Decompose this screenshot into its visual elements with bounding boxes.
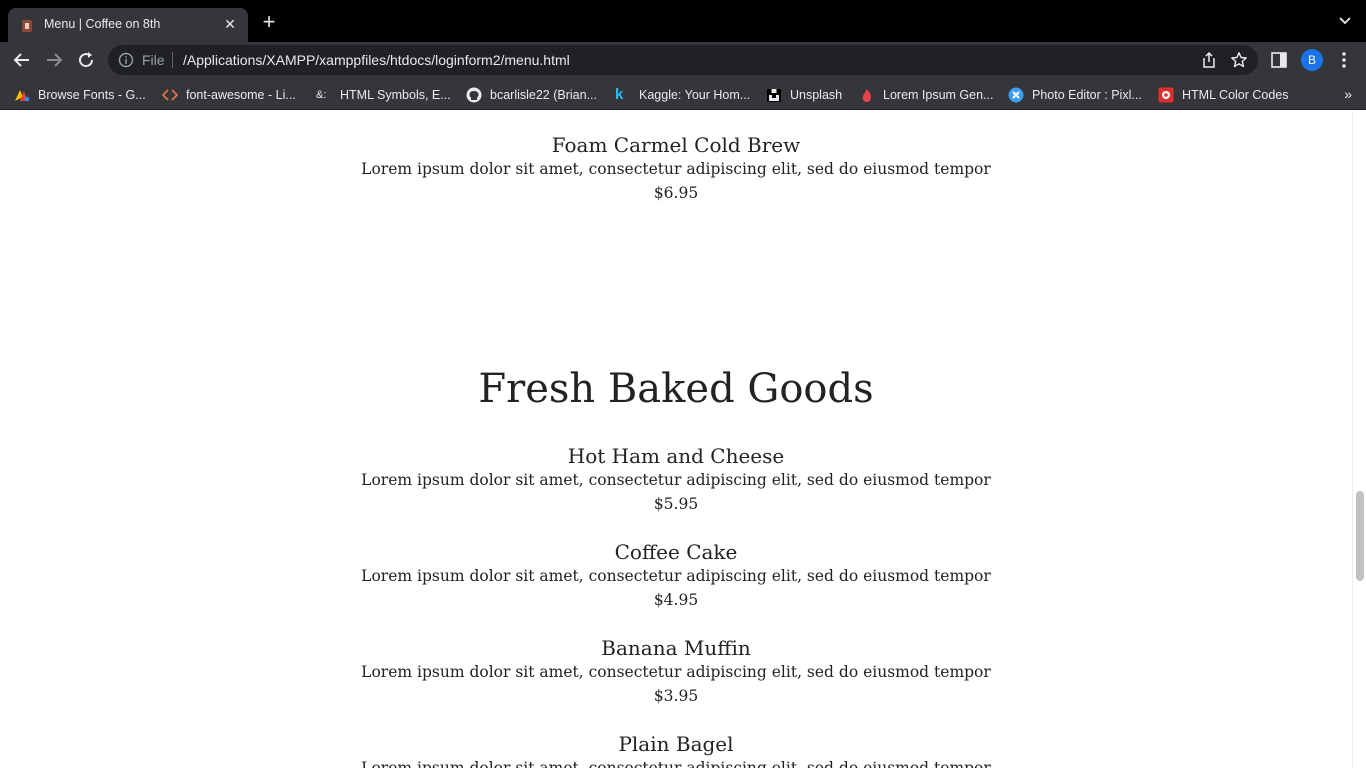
share-icon[interactable] (1200, 51, 1218, 69)
unsplash-icon (766, 87, 782, 103)
item-description: Lorem ipsum dolor sit amet, consectetur … (361, 663, 991, 681)
bookmark-font-awesome[interactable]: font-awesome - Li... (161, 86, 296, 104)
scheme-label: File (142, 52, 165, 68)
reload-icon[interactable] (74, 48, 98, 72)
bookmark-html-symbols[interactable]: &: HTML Symbols, E... (316, 86, 451, 104)
bookmark-kaggle[interactable]: k Kaggle: Your Hom... (615, 86, 750, 104)
item-price: $6.95 (653, 184, 699, 202)
bookmark-label: Browse Fonts - G... (38, 88, 146, 102)
color-codes-icon (1158, 87, 1174, 103)
browser-toolbar: File /Applications/XAMPP/xamppfiles/htdo… (0, 42, 1366, 78)
vertical-scrollbar[interactable] (1352, 111, 1366, 768)
pixlr-icon (1008, 87, 1024, 103)
bookmark-label: bcarlisle22 (Brian... (490, 88, 597, 102)
item-name: Foam Carmel Cold Brew (551, 133, 801, 157)
tab-title: Menu | Coffee on 8th (44, 17, 161, 31)
bookmark-pixlr[interactable]: Photo Editor : Pixl... (1008, 86, 1142, 104)
bookmark-google-fonts[interactable]: Browse Fonts - G... (14, 86, 146, 104)
code-brackets-icon (161, 87, 179, 103)
more-menu-icon[interactable] (1336, 51, 1352, 69)
ampersand-icon: &: (316, 89, 327, 101)
bookmark-lorem-ipsum[interactable]: Lorem Ipsum Gen... (859, 86, 993, 104)
bookmark-github[interactable]: bcarlisle22 (Brian... (466, 86, 597, 104)
item-description: Lorem ipsum dolor sit amet, consectetur … (361, 471, 991, 489)
bookmark-label: Unsplash (790, 88, 843, 102)
item-price: $5.95 (653, 495, 699, 513)
tab-strip: Menu | Coffee on 8th ✕ + (0, 0, 1366, 42)
forward-arrow-icon[interactable] (42, 48, 66, 72)
new-tab-button[interactable]: + (258, 11, 280, 34)
star-icon[interactable] (1230, 51, 1248, 69)
scrollbar-thumb[interactable] (1356, 491, 1364, 581)
menu-item: Hot Ham and Cheese Lorem ipsum dolor sit… (0, 444, 1352, 516)
menu-item: Foam Carmel Cold Brew Lorem ipsum dolor … (0, 133, 1352, 205)
item-price: $3.95 (653, 687, 699, 705)
bookmark-label: Kaggle: Your Hom... (639, 88, 751, 102)
bookmark-html-color-codes[interactable]: HTML Color Codes (1158, 86, 1289, 104)
url-text[interactable]: /Applications/XAMPP/xamppfiles/htdocs/lo… (183, 52, 570, 68)
item-description: Lorem ipsum dolor sit amet, consectetur … (361, 759, 991, 768)
menu-item: Banana Muffin Lorem ipsum dolor sit amet… (0, 636, 1352, 708)
item-name: Hot Ham and Cheese (567, 444, 785, 468)
page-viewport: Foam Carmel Cold Brew Lorem ipsum dolor … (0, 111, 1352, 768)
kaggle-icon: k (615, 86, 624, 103)
tab-active[interactable]: Menu | Coffee on 8th ✕ (8, 8, 248, 42)
menu-item: Plain Bagel Lorem ipsum dolor sit amet, … (0, 732, 1352, 768)
coffee-favicon-icon (22, 20, 32, 32)
bookmark-label: HTML Color Codes (1182, 88, 1289, 102)
avatar[interactable]: B (1301, 49, 1323, 71)
github-icon (466, 87, 482, 103)
lorem-ipsum-icon (859, 87, 875, 103)
bookmark-label: Photo Editor : Pixl... (1032, 88, 1142, 102)
back-arrow-icon[interactable] (10, 48, 34, 72)
item-description: Lorem ipsum dolor sit amet, consectetur … (361, 567, 991, 585)
info-icon[interactable] (118, 52, 134, 68)
bookmarks-bar: Browse Fonts - G... font-awesome - Li...… (0, 78, 1366, 110)
bookmark-unsplash[interactable]: Unsplash (766, 86, 842, 104)
item-name: Coffee Cake (614, 540, 738, 564)
side-panel-icon[interactable] (1270, 51, 1288, 69)
item-price: $4.95 (653, 591, 699, 609)
menu-item: Coffee Cake Lorem ipsum dolor sit amet, … (0, 540, 1352, 612)
close-icon[interactable]: ✕ (222, 16, 238, 32)
item-description: Lorem ipsum dolor sit amet, consectetur … (361, 160, 991, 178)
item-name: Plain Bagel (618, 732, 734, 756)
bookmark-label: HTML Symbols, E... (340, 88, 451, 102)
omnibox-divider (172, 52, 173, 68)
item-name: Banana Muffin (601, 636, 751, 660)
chevron-down-icon[interactable] (1338, 14, 1352, 28)
bookmarks-overflow-icon[interactable]: » (1344, 86, 1352, 102)
google-fonts-icon (14, 87, 30, 103)
bookmark-label: font-awesome - Li... (186, 88, 296, 102)
section-title: Fresh Baked Goods (478, 366, 874, 412)
address-bar[interactable]: File /Applications/XAMPP/xamppfiles/htdo… (108, 45, 1258, 75)
bookmark-label: Lorem Ipsum Gen... (883, 88, 994, 102)
